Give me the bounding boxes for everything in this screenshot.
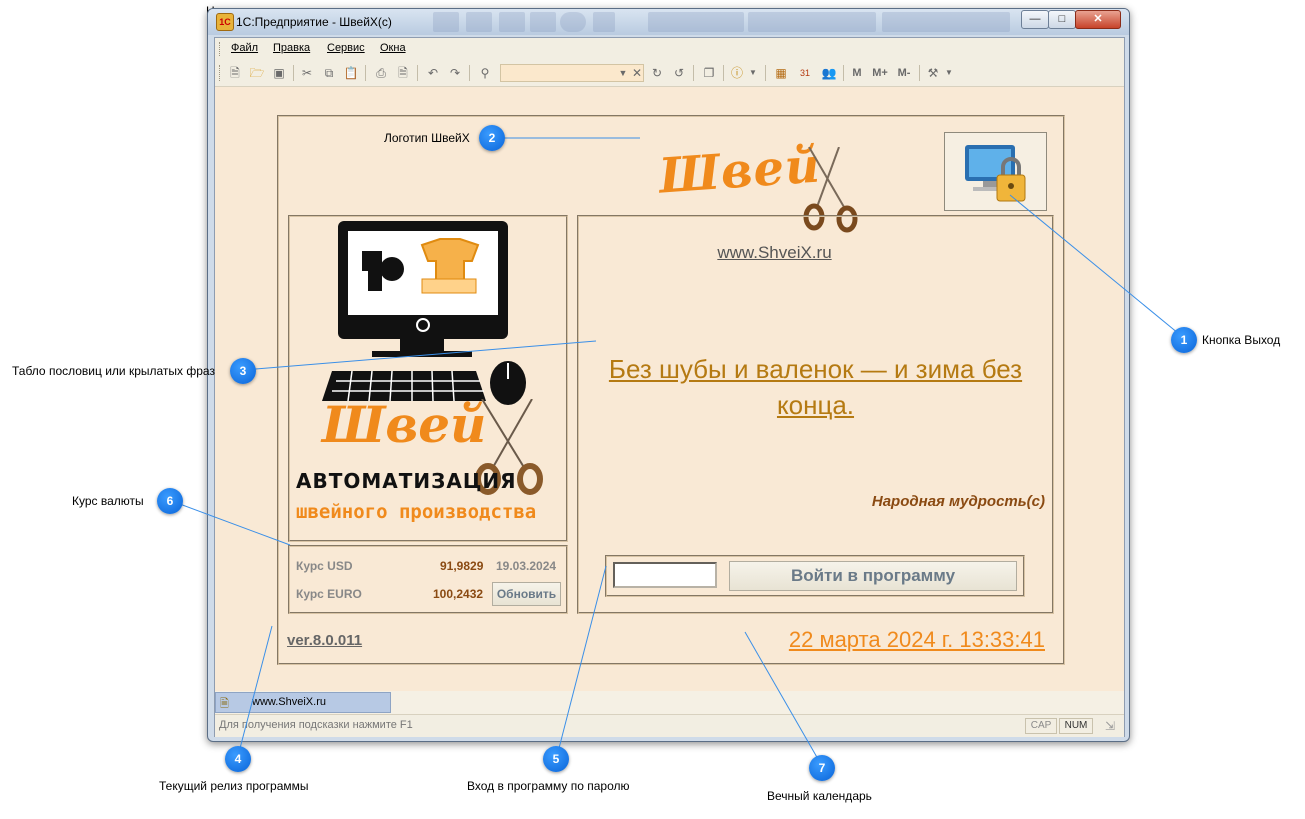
annotation-badge-2: 2 (479, 125, 505, 151)
callout-line-4 (237, 625, 273, 757)
annotation-lines (168, 137, 1185, 767)
callout-line-3 (243, 340, 597, 371)
callout-line-5 (556, 565, 607, 757)
annotation-label-6: Курс валюты (72, 494, 144, 508)
annotation-badge-6: 6 (157, 488, 183, 514)
annotation-label-3: Табло пословиц или крылатых фраз (12, 364, 215, 378)
annotation-label-2: Логотип ШвейХ (384, 131, 470, 145)
annotation-badge-3: 3 (230, 358, 256, 384)
annotation-badge-1: 1 (1171, 327, 1197, 353)
callout-line-7 (744, 631, 823, 767)
annotation-badge-7: 7 (809, 755, 835, 781)
annotation-badge-5: 5 (543, 746, 569, 772)
annotation-label-5: Вход в программу по паролю (467, 779, 630, 793)
annotation-label-4: Текущий релиз программы (159, 779, 309, 793)
callout-line-6 (168, 499, 291, 546)
annotation-badge-4: 4 (225, 746, 251, 772)
annotation-label-1: Кнопка Выход (1202, 333, 1281, 347)
annotation-label-7: Вечный календарь (767, 789, 872, 803)
callout-line-1 (1009, 194, 1185, 339)
